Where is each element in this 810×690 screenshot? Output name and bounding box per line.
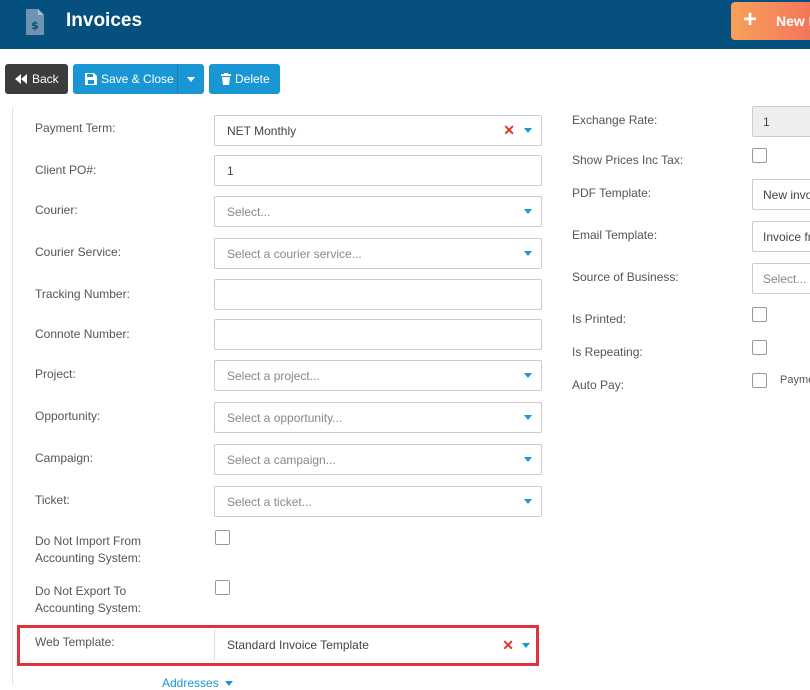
tracking-number-label: Tracking Number: <box>35 287 130 301</box>
courier-service-select[interactable]: Select a courier service... <box>214 238 542 269</box>
email-template-value: Invoice fr <box>763 229 810 244</box>
chevron-down-icon <box>524 373 532 378</box>
is-repeating-checkbox[interactable] <box>752 340 767 355</box>
back-button[interactable]: Back <box>5 64 68 94</box>
tracking-number-input[interactable] <box>214 279 542 310</box>
new-button-label: New I <box>776 13 810 29</box>
toolbar: Back Save & Close Delete <box>0 49 810 107</box>
client-po-label: Client PO#: <box>35 163 97 177</box>
opportunity-label: Opportunity: <box>35 409 101 423</box>
campaign-label: Campaign: <box>35 451 94 465</box>
invoice-form: Payment Term: NET Monthly ✕ Client PO#: … <box>0 106 810 690</box>
exchange-rate-input[interactable]: 1 <box>752 106 810 137</box>
new-invoice-button[interactable]: + New I <box>731 2 810 40</box>
chevron-down-icon <box>524 415 532 420</box>
source-of-business-select[interactable]: Select... <box>752 263 810 294</box>
show-prices-inc-tax-checkbox[interactable] <box>752 148 767 163</box>
pdf-template-select[interactable]: New invo <box>752 179 810 210</box>
auto-pay-label: Auto Pay: <box>572 378 625 392</box>
chevron-down-icon <box>524 128 532 133</box>
double-left-arrow-icon <box>15 74 27 84</box>
pdf-template-value: New invo <box>763 187 810 202</box>
courier-select[interactable]: Select... <box>214 196 542 227</box>
source-of-business-label: Source of Business: <box>572 270 679 284</box>
highlight-box <box>17 625 539 666</box>
opportunity-select[interactable]: Select a opportunity... <box>214 402 542 433</box>
auto-pay-checkbox[interactable] <box>752 373 767 388</box>
trash-icon <box>221 73 231 85</box>
chevron-down-icon <box>524 209 532 214</box>
connote-number-label: Connote Number: <box>35 327 130 341</box>
do-not-export-label-line1: Do Not Export To <box>35 584 127 598</box>
app-header: $ Invoices + New I <box>0 0 810 49</box>
delete-button[interactable]: Delete <box>209 64 280 94</box>
opportunity-placeholder: Select a opportunity... <box>227 410 343 425</box>
project-select[interactable]: Select a project... <box>214 360 542 391</box>
is-printed-label: Is Printed: <box>572 312 627 326</box>
pdf-template-label: PDF Template: <box>572 186 652 200</box>
show-prices-inc-tax-label: Show Prices Inc Tax: <box>572 153 684 167</box>
payment-term-label: Payment Term: <box>35 121 116 135</box>
save-icon <box>85 73 97 85</box>
client-po-value: 1 <box>227 163 234 178</box>
campaign-placeholder: Select a campaign... <box>227 452 336 467</box>
email-template-select[interactable]: Invoice fr <box>752 221 810 252</box>
payment-term-select[interactable]: NET Monthly ✕ <box>214 115 542 146</box>
save-close-button[interactable]: Save & Close <box>73 64 204 94</box>
chevron-down-icon <box>224 681 233 687</box>
courier-placeholder: Select... <box>227 204 271 219</box>
is-printed-checkbox[interactable] <box>752 307 767 322</box>
button-divider <box>177 64 178 94</box>
project-label: Project: <box>35 367 76 381</box>
courier-service-label: Courier Service: <box>35 245 122 259</box>
do-not-export-label-line2: Accounting System: <box>35 601 142 615</box>
client-po-input[interactable]: 1 <box>214 155 542 186</box>
svg-text:$: $ <box>31 19 39 32</box>
clear-icon[interactable]: ✕ <box>503 123 515 137</box>
chevron-down-icon <box>524 499 532 504</box>
ticket-label: Ticket: <box>35 493 70 507</box>
is-repeating-label: Is Repeating: <box>572 345 643 359</box>
do-not-import-checkbox[interactable] <box>215 530 230 545</box>
save-close-label: Save & Close <box>101 72 174 86</box>
campaign-select[interactable]: Select a campaign... <box>214 444 542 475</box>
exchange-rate-label: Exchange Rate: <box>572 113 658 127</box>
do-not-import-label-line1: Do Not Import From <box>35 534 142 548</box>
chevron-down-icon[interactable] <box>187 77 195 82</box>
back-button-label: Back <box>32 72 59 86</box>
section-divider <box>12 107 13 685</box>
chevron-down-icon <box>524 251 532 256</box>
addresses-label: Addresses <box>162 676 219 690</box>
ticket-placeholder: Select a ticket... <box>227 494 312 509</box>
invoice-icon: $ <box>23 8 47 36</box>
project-placeholder: Select a project... <box>227 368 320 383</box>
ticket-select[interactable]: Select a ticket... <box>214 486 542 517</box>
exchange-rate-value: 1 <box>763 114 770 129</box>
do-not-import-label-line2: Accounting System: <box>35 551 142 565</box>
email-template-label: Email Template: <box>572 228 658 242</box>
do-not-export-checkbox[interactable] <box>215 580 230 595</box>
page-title: Invoices <box>66 10 143 31</box>
chevron-down-icon <box>524 457 532 462</box>
addresses-toggle[interactable]: Addresses <box>162 676 233 690</box>
payment-term-value: NET Monthly <box>227 123 297 138</box>
delete-label: Delete <box>235 72 270 86</box>
courier-label: Courier: <box>35 203 78 217</box>
connote-number-input[interactable] <box>214 319 542 350</box>
courier-service-placeholder: Select a courier service... <box>227 246 362 261</box>
plus-icon: + <box>743 6 758 33</box>
auto-pay-option-label: Payme <box>780 374 810 386</box>
source-of-business-placeholder: Select... <box>763 271 807 286</box>
